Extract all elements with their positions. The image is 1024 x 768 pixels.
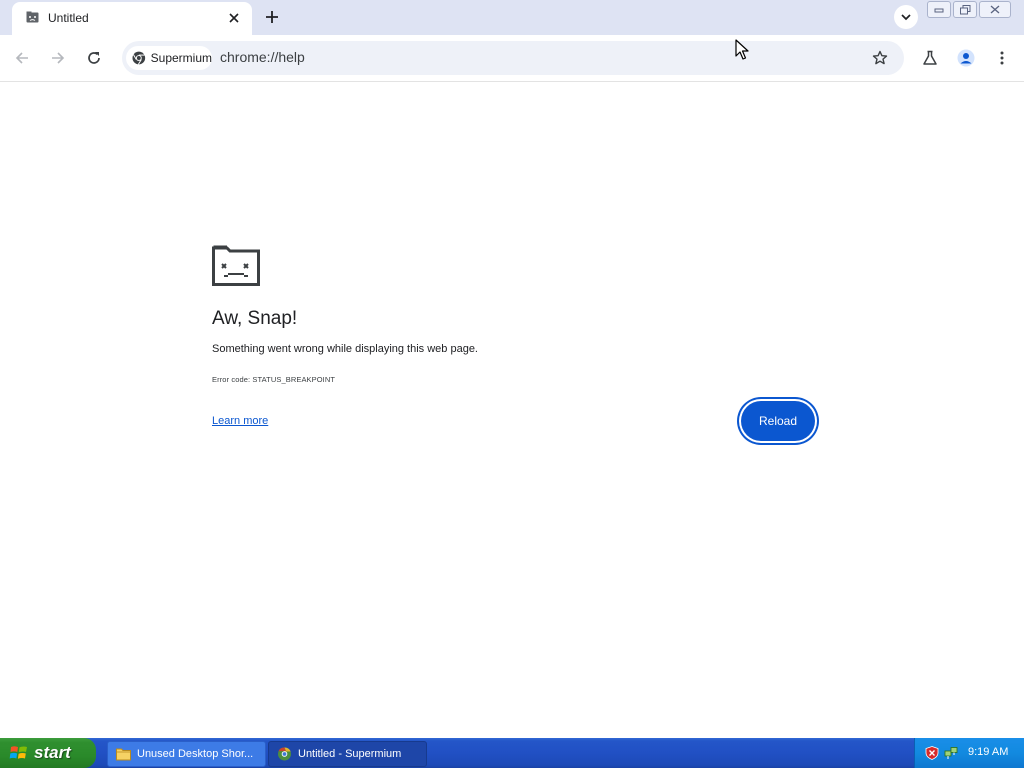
sad-tab-icon bbox=[26, 11, 39, 23]
site-chip-label: Supermium bbox=[150, 51, 212, 65]
error-page: Aw, Snap! Something went wrong while dis… bbox=[0, 82, 1024, 738]
labs-button[interactable] bbox=[918, 46, 942, 70]
learn-more-link[interactable]: Learn more bbox=[212, 415, 268, 427]
minimize-button[interactable] bbox=[927, 1, 951, 18]
taskbar: start Unused Desktop Shor... Untitled - … bbox=[0, 738, 1024, 768]
clock: 9:19 AM bbox=[968, 746, 1009, 758]
plus-icon bbox=[266, 11, 278, 23]
restore-icon bbox=[959, 4, 970, 14]
new-tab-button[interactable] bbox=[262, 7, 282, 27]
system-tray: 9:19 AM bbox=[914, 738, 1024, 768]
menu-button[interactable] bbox=[990, 46, 1014, 70]
start-button[interactable]: start bbox=[0, 738, 96, 768]
taskbar-item-folder[interactable]: Unused Desktop Shor... bbox=[107, 741, 266, 767]
forward-button[interactable] bbox=[46, 46, 70, 70]
taskbar-item-label: Untitled - Supermium bbox=[298, 748, 402, 760]
tab-strip: Untitled bbox=[0, 0, 1024, 35]
flask-icon bbox=[923, 50, 937, 65]
window-close-button[interactable] bbox=[979, 1, 1011, 18]
chromium-logo-icon bbox=[132, 51, 146, 65]
bookmark-star-button[interactable] bbox=[868, 46, 892, 70]
error-message: Something went wrong while displaying th… bbox=[212, 343, 478, 355]
address-bar[interactable]: Supermium chrome://help bbox=[122, 41, 904, 75]
close-icon bbox=[229, 13, 239, 23]
mouse-cursor-icon bbox=[735, 39, 749, 60]
error-code: Error code: STATUS_BREAKPOINT bbox=[212, 375, 336, 384]
more-vert-icon bbox=[1000, 51, 1004, 65]
sad-folder-icon bbox=[212, 245, 260, 286]
windows-logo-icon bbox=[9, 746, 27, 759]
tab-close-button[interactable] bbox=[226, 10, 242, 26]
supermium-icon bbox=[278, 747, 291, 761]
network-icon[interactable] bbox=[944, 746, 958, 760]
reload-toolbar-button[interactable] bbox=[82, 46, 106, 70]
tab-search-button[interactable] bbox=[894, 5, 918, 29]
restore-button[interactable] bbox=[953, 1, 977, 18]
close-icon bbox=[990, 5, 1000, 14]
chevron-down-icon bbox=[901, 14, 911, 21]
error-title: Aw, Snap! bbox=[212, 308, 298, 329]
minimize-icon bbox=[934, 8, 944, 12]
start-label: start bbox=[34, 743, 71, 762]
security-shield-icon[interactable] bbox=[925, 746, 939, 760]
back-button[interactable] bbox=[10, 46, 34, 70]
profile-button[interactable] bbox=[954, 46, 978, 70]
tab-title: Untitled bbox=[48, 11, 89, 25]
taskbar-item-label: Unused Desktop Shor... bbox=[137, 748, 254, 760]
reload-button[interactable]: Reload bbox=[741, 401, 815, 441]
site-info-chip[interactable]: Supermium bbox=[126, 46, 212, 70]
refresh-icon bbox=[88, 52, 100, 64]
arrow-right-icon bbox=[52, 52, 65, 64]
tab-untitled[interactable]: Untitled bbox=[12, 2, 252, 35]
browser-toolbar: Supermium chrome://help bbox=[0, 35, 1024, 82]
window-controls bbox=[927, 1, 1013, 19]
arrow-left-icon bbox=[15, 52, 28, 64]
folder-icon bbox=[116, 748, 131, 761]
taskbar-item-browser[interactable]: Untitled - Supermium bbox=[268, 741, 427, 767]
url-text[interactable]: chrome://help bbox=[220, 49, 305, 65]
star-icon bbox=[872, 50, 888, 65]
avatar-icon bbox=[957, 49, 975, 67]
